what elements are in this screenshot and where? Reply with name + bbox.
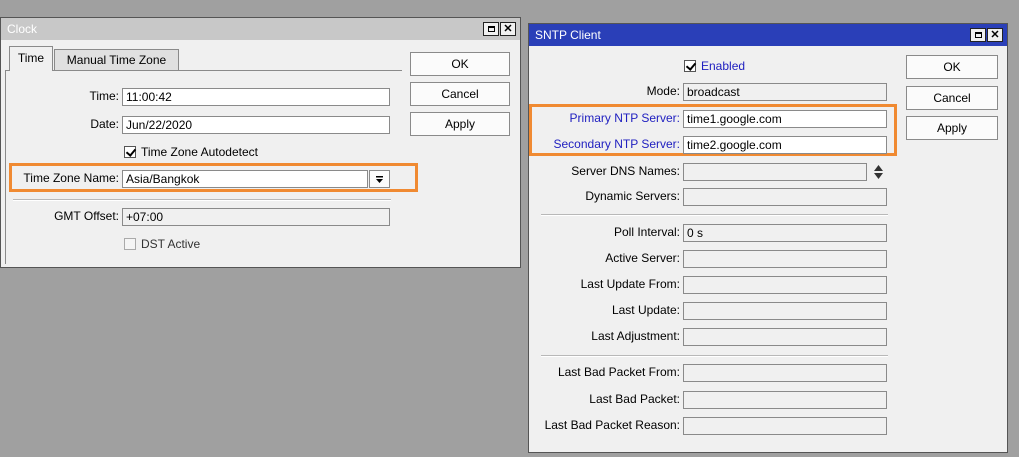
sort-arrows-icon[interactable]	[874, 165, 883, 179]
last-bad-packet-from-label: Last Bad Packet From:	[557, 365, 680, 379]
enabled-checkbox[interactable]: Enabled	[684, 58, 745, 74]
last-bad-packet-from-field	[683, 364, 887, 382]
mode-field[interactable]: broadcast	[683, 83, 887, 101]
poll-interval-label: Poll Interval:	[613, 225, 680, 239]
tab-time[interactable]: Time	[9, 46, 53, 71]
dropdown-arrow-icon	[376, 175, 383, 183]
last-update-label: Last Update:	[611, 303, 680, 317]
ok-button[interactable]: OK	[410, 52, 510, 76]
last-bad-packet-field	[683, 391, 887, 409]
clock-window: Clock ✕ Time Manual Time Zone Time: 11:0…	[0, 17, 521, 268]
last-bad-packet-reason-label: Last Bad Packet Reason:	[544, 418, 680, 432]
time-field[interactable]: 11:00:42	[122, 88, 390, 106]
last-bad-packet-reason-field	[683, 417, 887, 435]
maximize-icon[interactable]	[483, 22, 499, 36]
clock-separator	[13, 199, 391, 201]
active-server-label: Active Server:	[605, 251, 680, 265]
last-update-from-field	[683, 276, 887, 294]
last-bad-packet-label: Last Bad Packet:	[589, 392, 680, 406]
primary-ntp-label: Primary NTP Server:	[569, 111, 680, 125]
last-update-from-label: Last Update From:	[580, 277, 680, 291]
mode-label: Mode:	[646, 84, 680, 98]
sntp-separator-1	[541, 214, 888, 216]
primary-ntp-field[interactable]: time1.google.com	[683, 110, 887, 128]
gmt-offset-field: +07:00	[122, 208, 390, 226]
apply-button[interactable]: Apply	[410, 112, 510, 136]
last-update-field	[683, 302, 887, 320]
server-dns-names-label: Server DNS Names:	[571, 164, 680, 178]
tab-manual-time-zone[interactable]: Manual Time Zone	[54, 49, 179, 71]
timezone-field[interactable]: Asia/Bangkok	[122, 170, 368, 188]
autodetect-label: Time Zone Autodetect	[141, 145, 258, 159]
dst-label: DST Active	[141, 237, 201, 251]
timezone-label: Time Zone Name:	[23, 171, 119, 185]
cancel-button[interactable]: Cancel	[906, 86, 998, 110]
sntp-window: SNTP Client ✕ Enabled Mode: broadcast Pr…	[528, 23, 1008, 453]
clock-title: Clock	[7, 22, 38, 36]
checkbox-box	[124, 238, 136, 250]
sntp-title: SNTP Client	[535, 28, 601, 42]
clock-titlebar[interactable]: Clock ✕	[1, 18, 520, 40]
dynamic-servers-field	[683, 188, 887, 206]
enabled-label: Enabled	[701, 59, 746, 73]
cancel-button[interactable]: Cancel	[410, 82, 510, 106]
active-server-field	[683, 250, 887, 268]
date-label: Date:	[90, 117, 119, 131]
dynamic-servers-label: Dynamic Servers:	[585, 189, 680, 203]
dst-checkbox: DST Active	[124, 236, 200, 252]
ok-button[interactable]: OK	[906, 55, 998, 79]
maximize-icon[interactable]	[970, 28, 986, 42]
secondary-ntp-field[interactable]: time2.google.com	[683, 136, 887, 154]
poll-interval-field: 0 s	[683, 224, 887, 242]
close-icon[interactable]: ✕	[987, 28, 1003, 42]
checkbox-box[interactable]	[124, 146, 136, 158]
last-adjustment-label: Last Adjustment:	[591, 329, 680, 343]
checkbox-box[interactable]	[684, 60, 696, 72]
sntp-separator-2	[541, 355, 888, 357]
time-label: Time:	[89, 89, 119, 103]
sntp-titlebar[interactable]: SNTP Client ✕	[529, 24, 1007, 46]
gmt-offset-label: GMT Offset:	[54, 209, 119, 223]
date-field[interactable]: Jun/22/2020	[122, 116, 390, 134]
apply-button[interactable]: Apply	[906, 116, 998, 140]
last-adjustment-field	[683, 328, 887, 346]
server-dns-names-field[interactable]	[683, 163, 867, 181]
autodetect-checkbox[interactable]: Time Zone Autodetect	[124, 144, 258, 160]
timezone-dropdown-button[interactable]	[369, 170, 390, 188]
close-icon[interactable]: ✕	[500, 22, 516, 36]
secondary-ntp-label: Secondary NTP Server:	[553, 137, 681, 151]
